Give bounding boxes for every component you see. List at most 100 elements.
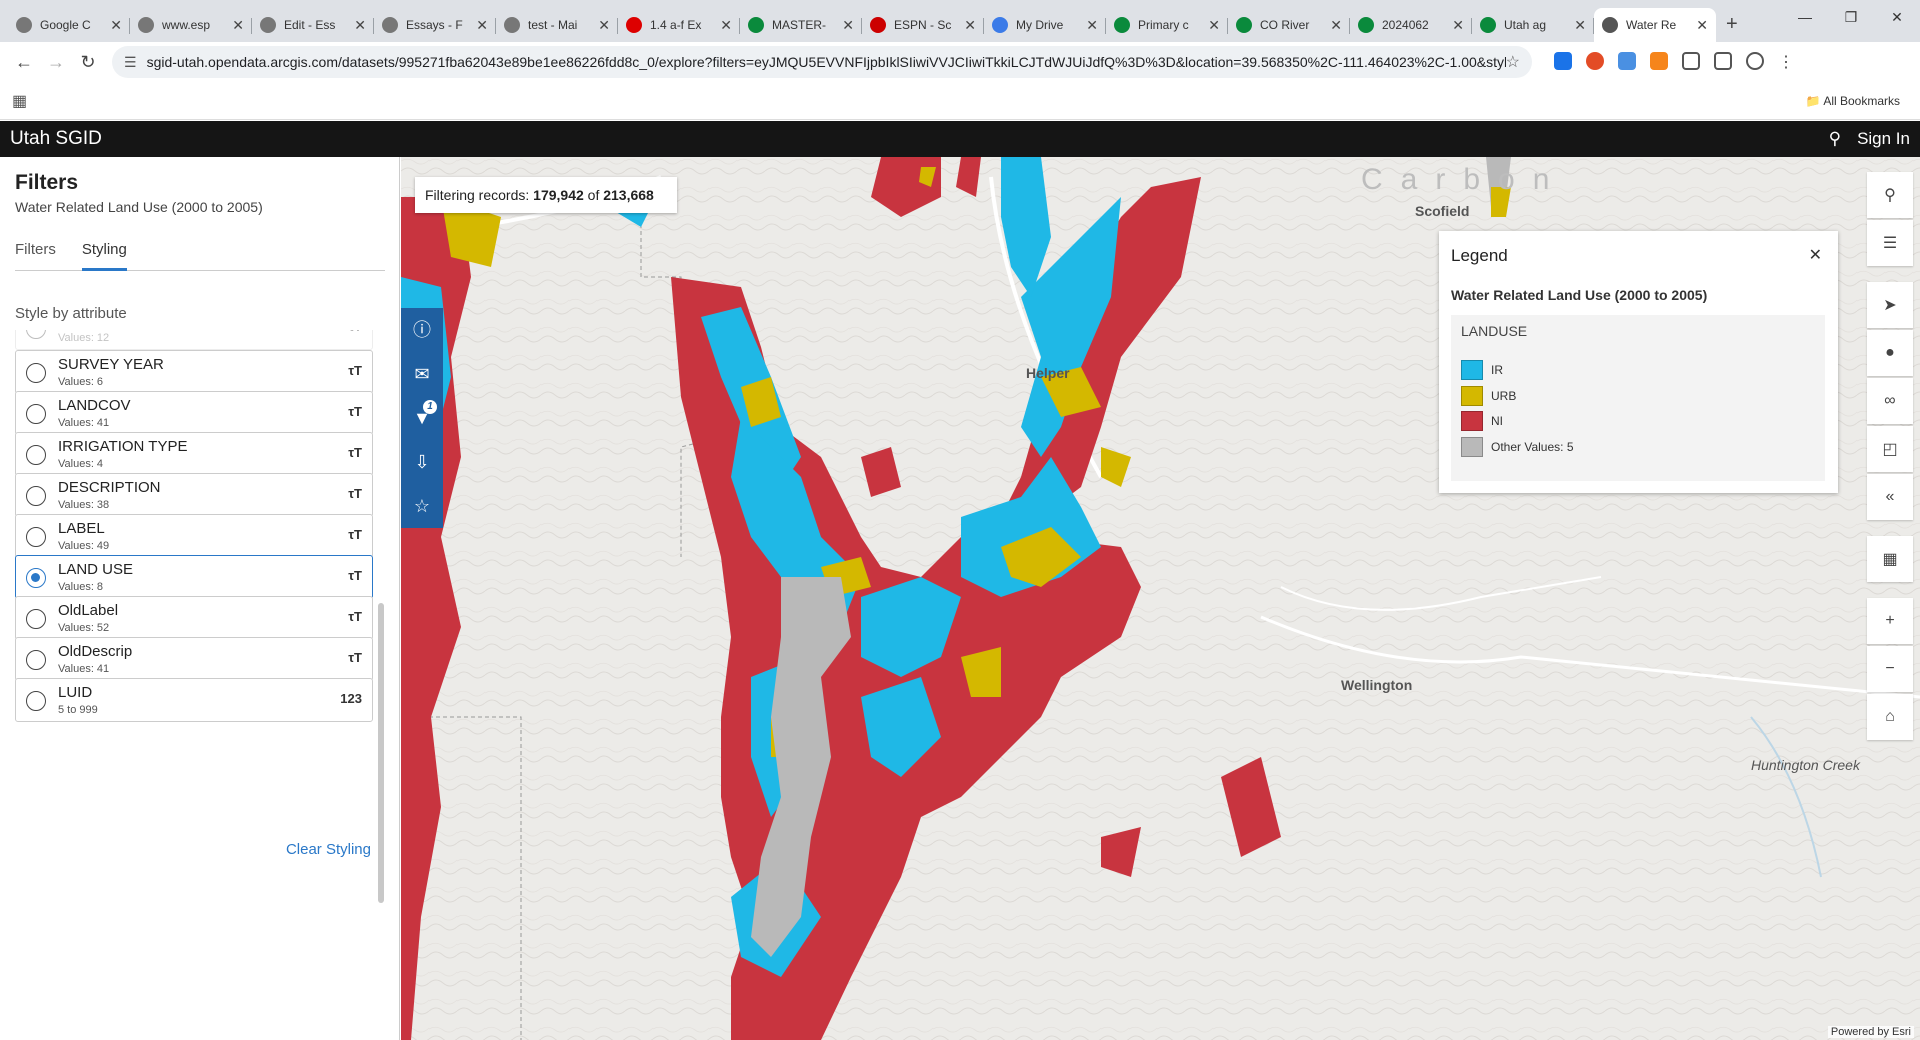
extension-icon[interactable] [1586, 52, 1604, 70]
favorite-star-icon[interactable]: ☆ [401, 484, 443, 528]
browser-tab[interactable]: Primary c ✕ [1106, 8, 1228, 42]
browser-tab[interactable]: ESPN - Sc ✕ [862, 8, 984, 42]
attribute-option[interactable]: SURVEY YEAR Values: 6 τT [15, 350, 373, 394]
radio-button[interactable] [26, 404, 46, 424]
apps-grid-icon[interactable]: ▦ [12, 91, 27, 111]
legend-swatch [1461, 411, 1483, 431]
radio-button[interactable] [26, 363, 46, 383]
attribute-option[interactable]: IRRIGATION TYPE Values: 4 τT [15, 432, 373, 476]
browser-tab[interactable]: Water Re ✕ [1594, 8, 1716, 42]
extension-icon[interactable] [1650, 52, 1668, 70]
attribute-option[interactable]: DESCRIPTION Values: 38 τT [15, 473, 373, 517]
close-tab-icon[interactable]: ✕ [598, 17, 610, 34]
collapse-icon[interactable]: « [1867, 474, 1913, 520]
sign-in-link[interactable]: Sign In [1857, 129, 1910, 149]
info-icon[interactable]: ⓘ [401, 308, 443, 352]
zoom-in-icon[interactable]: + [1867, 598, 1913, 644]
radio-button[interactable] [26, 650, 46, 670]
filter-total-value: 213,668 [603, 187, 654, 203]
browser-tab[interactable]: Google C ✕ [8, 8, 130, 42]
close-tab-icon[interactable]: ✕ [110, 17, 122, 34]
puzzle-icon[interactable] [1682, 52, 1700, 70]
close-tab-icon[interactable]: ✕ [1086, 17, 1098, 34]
close-tab-icon[interactable]: ✕ [1574, 17, 1586, 34]
minimize-icon[interactable]: — [1782, 0, 1828, 34]
extension-icon[interactable] [1618, 52, 1636, 70]
attribute-option[interactable]: BASIN NAMEValues: 12τT [15, 330, 373, 350]
attribute-option[interactable]: OldDescrip Values: 41 τT [15, 637, 373, 681]
app-title[interactable]: Utah SGID [10, 128, 102, 150]
radio-button[interactable] [26, 568, 46, 588]
measure-icon[interactable]: ∞ [1867, 378, 1913, 424]
download-icon[interactable]: ⇩ [401, 440, 443, 484]
attribute-option[interactable]: OldLabel Values: 52 τT [15, 596, 373, 640]
radio-button[interactable] [26, 691, 46, 711]
tab-styling[interactable]: Styling [81, 241, 127, 271]
attribute-list-scrollbar[interactable] [378, 603, 384, 903]
radio-button[interactable] [26, 486, 46, 506]
close-tab-icon[interactable]: ✕ [1330, 17, 1342, 34]
close-tab-icon[interactable]: ✕ [720, 17, 732, 34]
radio-button[interactable] [26, 527, 46, 547]
table-icon[interactable]: ▦ [1867, 536, 1913, 582]
attribute-option[interactable]: LABEL Values: 49 τT [15, 514, 373, 558]
browser-tab[interactable]: My Drive ✕ [984, 8, 1106, 42]
navigate-icon[interactable]: ➤ [1867, 282, 1913, 328]
zoom-out-icon[interactable]: − [1867, 646, 1913, 692]
legend-label: IR [1491, 363, 1503, 377]
attribute-option[interactable]: LUID 5 to 999 123 [15, 678, 373, 722]
close-tab-icon[interactable]: ✕ [1208, 17, 1220, 34]
close-tab-icon[interactable]: ✕ [964, 17, 976, 34]
menu-icon[interactable]: ⋮ [1778, 52, 1794, 72]
browser-tab[interactable]: Utah ag ✕ [1472, 8, 1594, 42]
radio-button[interactable] [26, 609, 46, 629]
browser-tab[interactable]: MASTER- ✕ [740, 8, 862, 42]
browser-tab[interactable]: Edit - Ess ✕ [252, 8, 374, 42]
browser-tab[interactable]: 1.4 a-f Ex ✕ [618, 8, 740, 42]
location-pin-icon[interactable]: ● [1867, 330, 1913, 376]
back-icon[interactable]: ← [8, 46, 40, 78]
search-icon[interactable]: ⚲ [1829, 129, 1841, 149]
new-tab-button[interactable]: + [1716, 13, 1748, 42]
search-map-icon[interactable]: ⚲ [1867, 172, 1913, 218]
clear-styling-button[interactable]: Clear Styling [286, 841, 371, 858]
all-bookmarks-button[interactable]: 📁 All Bookmarks [1806, 94, 1900, 108]
comment-icon[interactable]: ✉ [401, 352, 443, 396]
tab-filters[interactable]: Filters [15, 241, 56, 271]
forward-icon[interactable]: → [40, 46, 72, 78]
filter-icon[interactable]: ▼ 1 [401, 396, 443, 440]
reload-icon[interactable]: ↻ [72, 46, 104, 78]
bookmark-star-icon[interactable]: ☆ [1506, 52, 1520, 72]
close-tab-icon[interactable]: ✕ [1696, 17, 1708, 34]
close-tab-icon[interactable]: ✕ [842, 17, 854, 34]
extension-icon[interactable] [1554, 52, 1572, 70]
radio-button[interactable] [26, 330, 46, 339]
browser-tab[interactable]: www.esp ✕ [130, 8, 252, 42]
close-window-icon[interactable]: ✕ [1874, 0, 1920, 34]
profile-icon[interactable] [1746, 52, 1764, 70]
legend-list-icon[interactable]: ☰ [1867, 220, 1913, 266]
radio-button[interactable] [26, 445, 46, 465]
shape-icon[interactable]: ◰ [1867, 426, 1913, 472]
restore-icon[interactable]: ❐ [1828, 0, 1874, 34]
home-icon[interactable]: ⌂ [1867, 694, 1913, 740]
browser-tab[interactable]: CO River ✕ [1228, 8, 1350, 42]
url-text: sgid-utah.opendata.arcgis.com/datasets/9… [146, 54, 1506, 70]
tab-title: Edit - Ess [284, 18, 336, 32]
tab-title: My Drive [1016, 18, 1064, 32]
browser-tab[interactable]: Essays - F ✕ [374, 8, 496, 42]
site-info-icon[interactable]: ☰ [124, 54, 137, 71]
close-tab-icon[interactable]: ✕ [476, 17, 488, 34]
field-type-icon: τT [348, 363, 362, 378]
attribute-option[interactable]: LAND USE Values: 8 τT [15, 555, 373, 599]
close-tab-icon[interactable]: ✕ [1452, 17, 1464, 34]
browser-tab[interactable]: 2024062 ✕ [1350, 8, 1472, 42]
attribute-option[interactable]: LANDCOV Values: 41 τT [15, 391, 373, 435]
close-tab-icon[interactable]: ✕ [354, 17, 366, 34]
browser-tab[interactable]: test - Mai ✕ [496, 8, 618, 42]
close-tab-icon[interactable]: ✕ [232, 17, 244, 34]
close-legend-icon[interactable]: ✕ [1809, 245, 1822, 265]
cast-icon[interactable] [1714, 52, 1732, 70]
powered-by-esri[interactable]: Powered by Esri [1827, 1026, 1914, 1038]
address-bar[interactable]: ☰ sgid-utah.opendata.arcgis.com/datasets… [112, 46, 1532, 78]
